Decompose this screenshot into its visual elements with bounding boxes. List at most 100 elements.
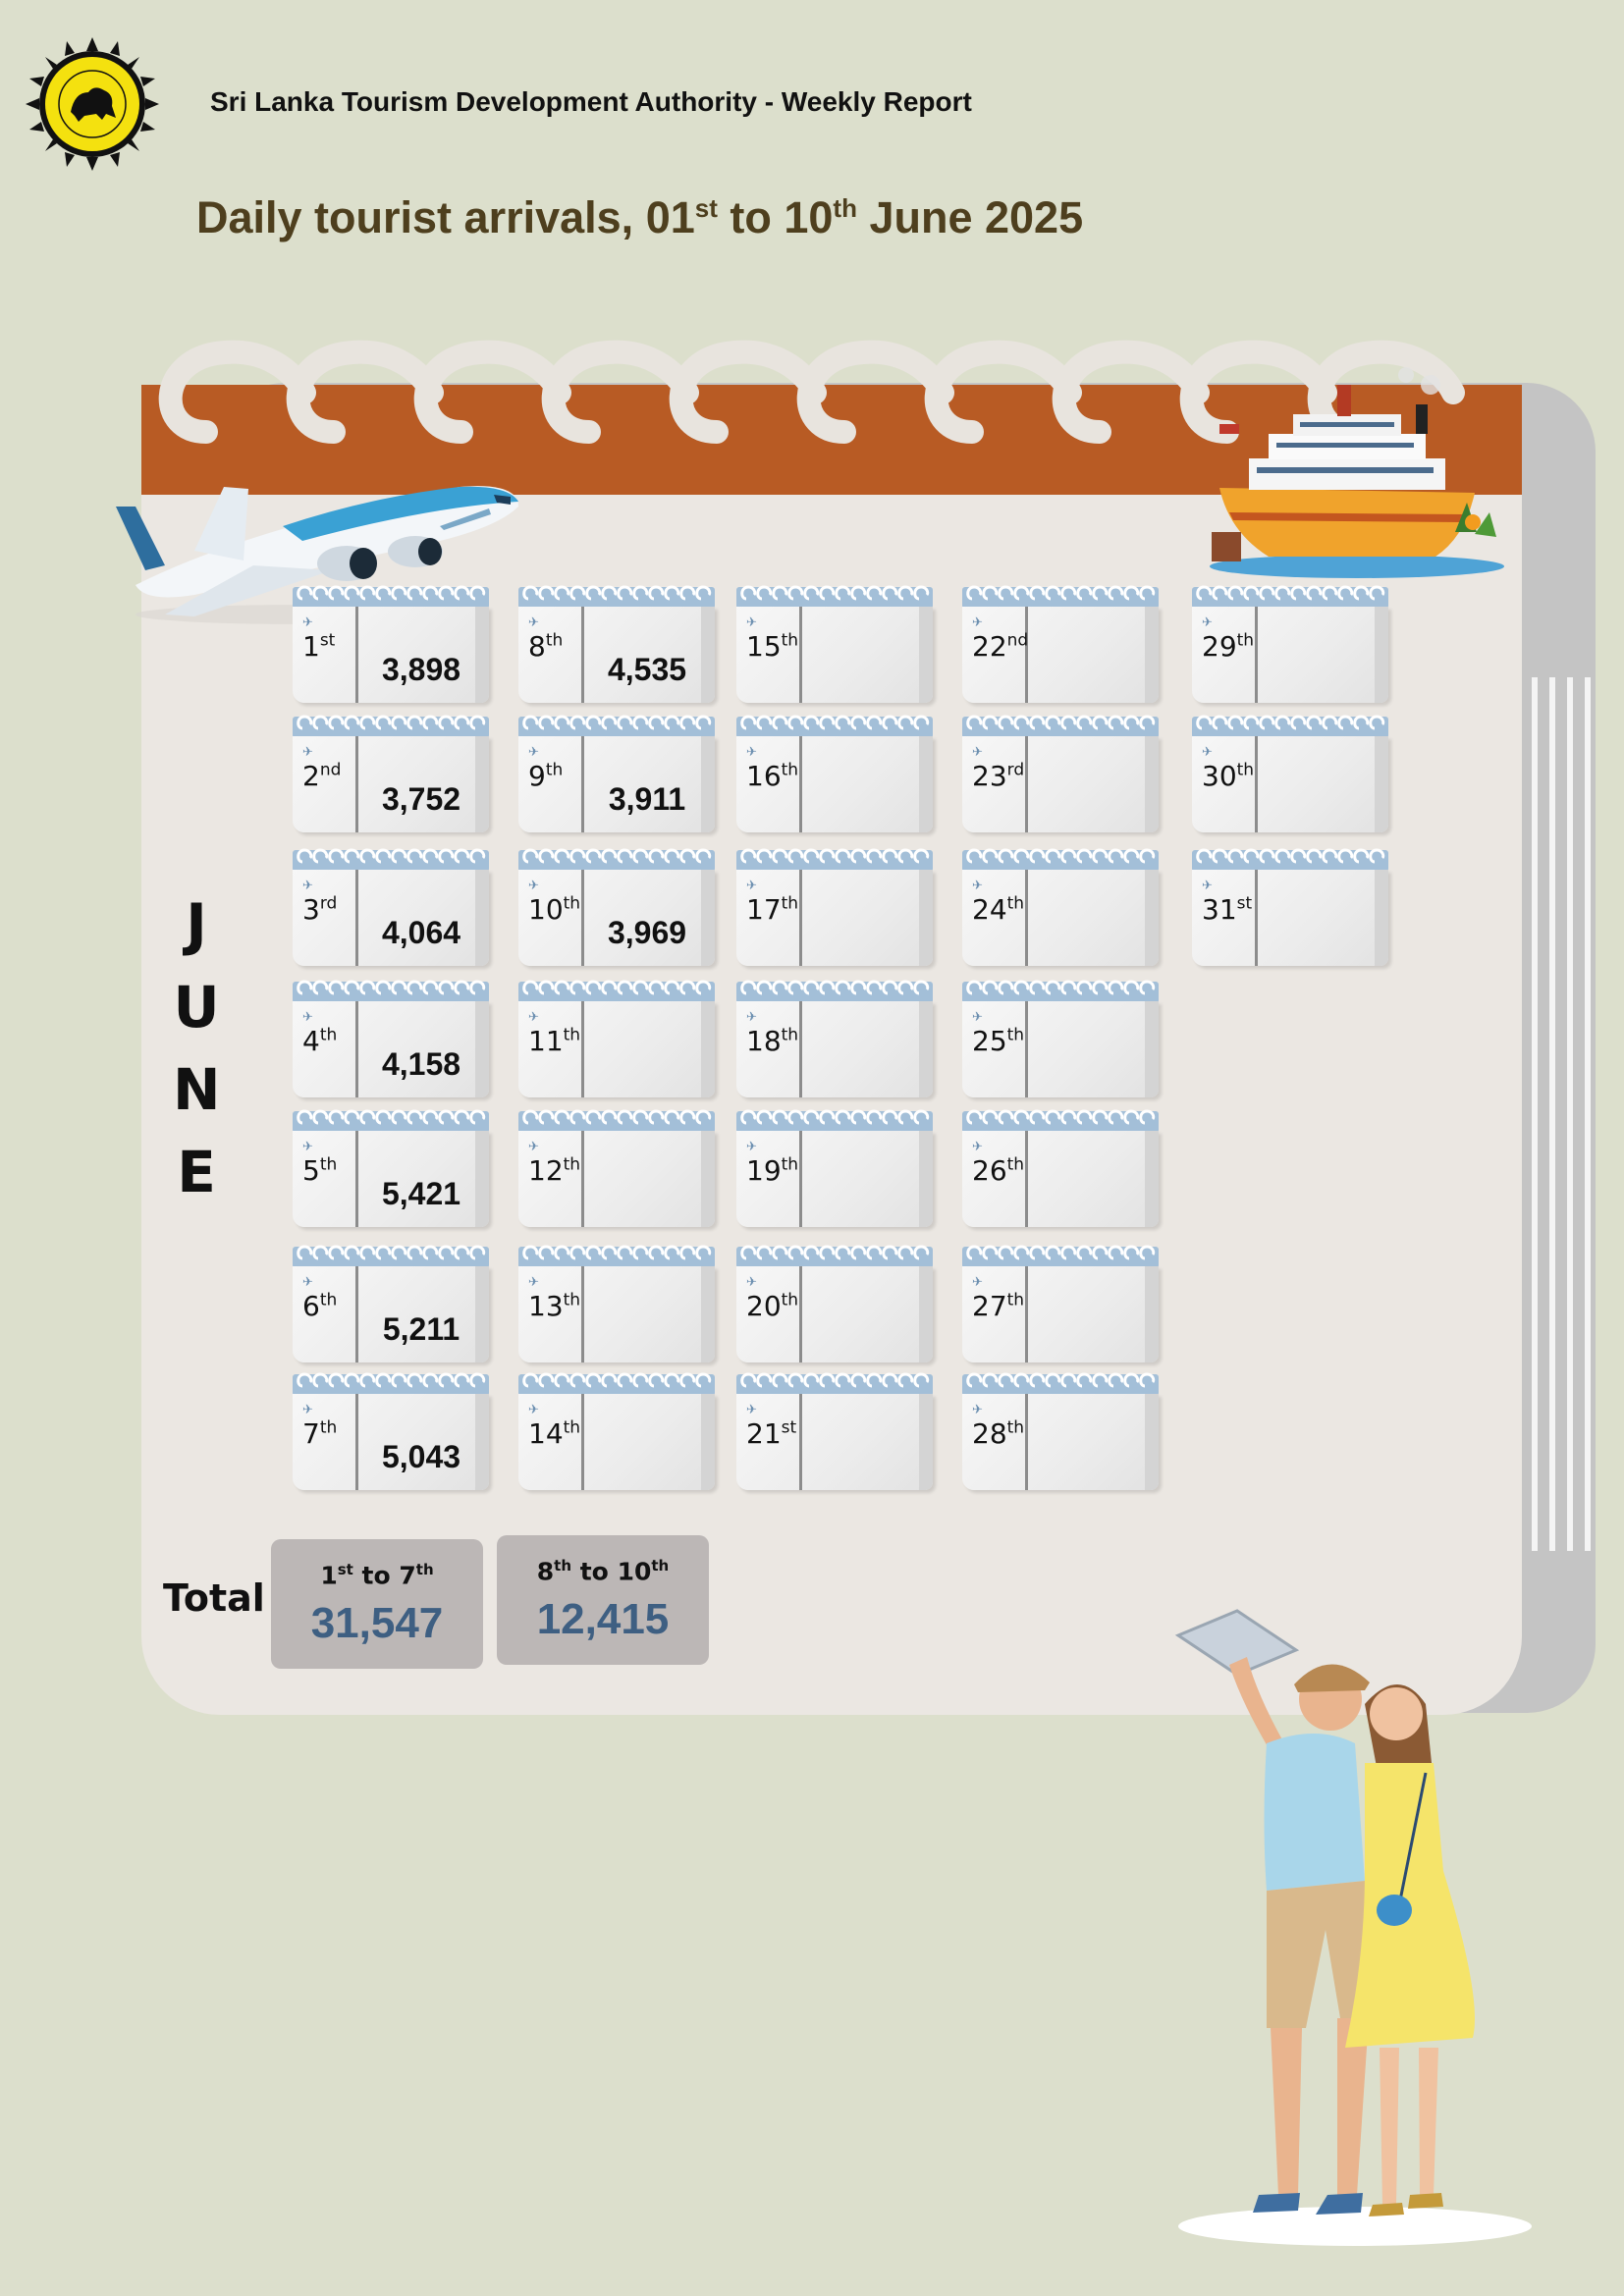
day-card: ✈ 23rd <box>962 715 1159 832</box>
card-spiral <box>736 1372 933 1396</box>
day-number: 19th <box>746 1154 798 1187</box>
day-number-value: 22 <box>972 630 1007 663</box>
card-spiral <box>736 848 933 872</box>
arrival-count: 3,898 <box>381 652 461 687</box>
day-number-suffix: th <box>563 1417 581 1438</box>
card-divider <box>355 1001 358 1097</box>
range-to-word: to <box>571 1557 618 1586</box>
day-number-value: 2 <box>302 760 320 792</box>
title-prefix: Daily tourist arrivals, 01 <box>196 192 695 242</box>
month-letter: N <box>173 1056 221 1123</box>
card-spiral <box>518 585 715 609</box>
arrival-count: 3,969 <box>607 915 687 950</box>
day-number-suffix: th <box>545 630 564 651</box>
day-card: ✈ 4th 4,158 <box>293 980 489 1097</box>
card-spiral <box>962 715 1159 738</box>
day-number-value: 10 <box>528 893 564 926</box>
day-number: 17th <box>746 893 798 926</box>
day-number-suffix: th <box>781 1154 799 1175</box>
day-number: 13th <box>528 1290 580 1322</box>
arrival-count: 5,043 <box>381 1439 461 1474</box>
card-divider <box>1025 1001 1028 1097</box>
day-card: ✈ 24th <box>962 848 1159 966</box>
day-number: 11th <box>528 1025 580 1057</box>
day-number-value: 21 <box>746 1417 782 1450</box>
day-number-suffix: th <box>563 1290 581 1310</box>
day-number-suffix: th <box>1006 1290 1025 1310</box>
mini-plane-icon: ✈ <box>302 878 313 892</box>
day-number-suffix: th <box>563 1154 581 1175</box>
day-number: 7th <box>302 1417 337 1450</box>
card-divider <box>799 1001 802 1097</box>
total-week1-box: 1st to 7th 31,547 <box>271 1539 483 1669</box>
month-letter: E <box>177 1139 216 1205</box>
day-card: ✈ 5th 5,421 <box>293 1109 489 1227</box>
card-divider <box>1025 1394 1028 1490</box>
day-number: 21st <box>746 1417 796 1450</box>
day-number: 15th <box>746 630 798 663</box>
card-divider <box>799 1131 802 1227</box>
mini-plane-icon: ✈ <box>528 878 539 892</box>
day-card: ✈ 6th 5,211 <box>293 1245 489 1362</box>
arrival-count: 4,064 <box>381 915 461 950</box>
day-number-value: 13 <box>528 1290 564 1322</box>
day-number-value: 7 <box>302 1417 320 1450</box>
day-number-value: 29 <box>1202 630 1237 663</box>
day-number-suffix: rd <box>319 893 338 914</box>
day-number: 30th <box>1202 760 1254 792</box>
day-number-suffix: th <box>781 1025 799 1045</box>
card-spiral <box>736 715 933 738</box>
arrival-count: 4,158 <box>381 1046 461 1082</box>
day-card: ✈ 16th <box>736 715 933 832</box>
day-number-suffix: th <box>319 1025 338 1045</box>
mini-plane-icon: ✈ <box>528 1402 539 1416</box>
card-spiral <box>962 1109 1159 1133</box>
day-card: ✈ 10th 3,969 <box>518 848 715 966</box>
day-number-value: 4 <box>302 1025 320 1057</box>
day-number: 20th <box>746 1290 798 1322</box>
cruise-ship-icon <box>1210 367 1504 578</box>
card-spiral <box>293 1109 489 1133</box>
day-number: 1st <box>302 630 335 663</box>
month-letter: U <box>173 974 220 1041</box>
day-card: ✈ 3rd 4,064 <box>293 848 489 966</box>
day-card: ✈ 13th <box>518 1245 715 1362</box>
mini-plane-icon: ✈ <box>302 744 313 759</box>
day-number-value: 26 <box>972 1154 1007 1187</box>
day-card: ✈ 17th <box>736 848 933 966</box>
range-to-sup: th <box>651 1557 670 1575</box>
mini-plane-icon: ✈ <box>972 878 983 892</box>
mini-plane-icon: ✈ <box>972 1274 983 1289</box>
card-spiral <box>518 848 715 872</box>
day-number-suffix: rd <box>1006 760 1025 780</box>
day-card: ✈ 19th <box>736 1109 933 1227</box>
card-divider <box>581 1266 584 1362</box>
mini-plane-icon: ✈ <box>1202 878 1213 892</box>
day-number: 31st <box>1202 893 1252 926</box>
card-spiral <box>518 715 715 738</box>
day-card: ✈ 8th 4,535 <box>518 585 715 703</box>
day-number-value: 19 <box>746 1154 782 1187</box>
day-number: 24th <box>972 893 1024 926</box>
mini-plane-icon: ✈ <box>302 1009 313 1024</box>
mini-plane-icon: ✈ <box>972 1009 983 1024</box>
day-number: 27th <box>972 1290 1024 1322</box>
day-number: 4th <box>302 1025 337 1057</box>
mini-plane-icon: ✈ <box>746 1274 757 1289</box>
day-number: 14th <box>528 1417 580 1450</box>
card-divider <box>799 736 802 832</box>
card-spiral <box>293 585 489 609</box>
card-divider <box>355 607 358 703</box>
day-number-value: 1 <box>302 630 320 663</box>
day-number-suffix: th <box>1236 760 1255 780</box>
mini-plane-icon: ✈ <box>302 1402 313 1416</box>
day-number: 18th <box>746 1025 798 1057</box>
card-divider <box>1255 607 1258 703</box>
day-number-suffix: th <box>781 1290 799 1310</box>
mini-plane-icon: ✈ <box>746 744 757 759</box>
day-number-suffix: nd <box>319 760 342 780</box>
mini-plane-icon: ✈ <box>972 1139 983 1153</box>
mini-plane-icon: ✈ <box>746 1139 757 1153</box>
mini-plane-icon: ✈ <box>746 1009 757 1024</box>
card-divider <box>581 1001 584 1097</box>
